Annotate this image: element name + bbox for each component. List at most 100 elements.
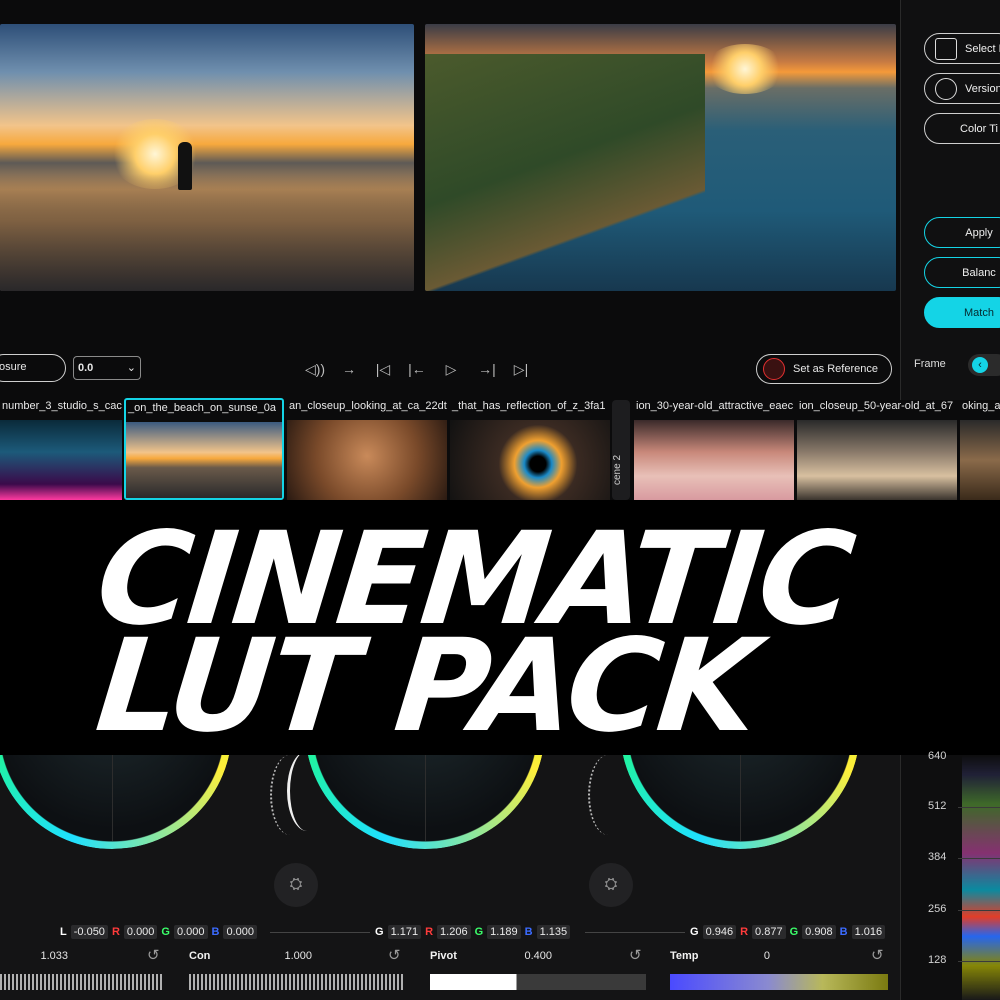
- viewer-reference-image[interactable]: [0, 24, 414, 291]
- pivot-reset-icon[interactable]: ↺: [629, 946, 642, 964]
- contrast-reset-icon[interactable]: ↺: [388, 946, 401, 964]
- temp-param: Temp: [670, 950, 699, 962]
- frame-label: Frame: [914, 358, 946, 370]
- lift-b-value[interactable]: 0.000: [223, 925, 257, 939]
- match-label: Match: [964, 306, 994, 319]
- clip-thumbnail[interactable]: an_closeup_looking_at_ca_22dt: [287, 398, 447, 500]
- clip-thumbnail[interactable]: _that_has_reflection_of_z_3fa1: [450, 398, 610, 500]
- beach-shore: [0, 174, 414, 291]
- audio-icon[interactable]: ◁)): [304, 358, 326, 380]
- surfer-figure: [178, 142, 192, 190]
- gain-b-label: B: [839, 926, 848, 938]
- waveform-trace: [962, 755, 1000, 1000]
- gamma-dotted-arc: [270, 755, 310, 835]
- pivot-slider[interactable]: [430, 974, 646, 990]
- clip-name: number_3_studio_s_cact: [2, 400, 122, 412]
- color-tools-label: Color Ti: [960, 122, 998, 135]
- clip-thumbnail[interactable]: number_3_studio_s_cact: [0, 398, 122, 500]
- clip-thumbnail-active[interactable]: _on_the_beach_on_sunse_0a: [124, 398, 284, 500]
- apply-label: Apply: [965, 226, 993, 239]
- clip-image: [0, 420, 122, 500]
- frame-toggle-knob: ‹: [972, 357, 988, 373]
- exposure-value-select[interactable]: 0.0 ⌄: [73, 356, 141, 380]
- fingerprint-icon: [763, 358, 785, 380]
- match-button[interactable]: Match: [924, 297, 1000, 328]
- scope-tick-label: 384: [928, 851, 947, 863]
- exposure-value: 0.0: [78, 362, 94, 374]
- viewer-current-image[interactable]: [425, 24, 896, 291]
- gamma-r-value[interactable]: 1.206: [437, 925, 471, 939]
- gamma-g-value[interactable]: 1.189: [487, 925, 521, 939]
- temp-slider[interactable]: [670, 974, 888, 990]
- lift-l-label: L: [60, 926, 67, 938]
- lift-b-label: B: [211, 926, 220, 938]
- set-as-reference-button[interactable]: Set as Reference: [756, 354, 892, 384]
- clip-image: [287, 420, 447, 500]
- gamma-master-value[interactable]: 1.171: [387, 925, 422, 939]
- clip-thumbnail[interactable]: ion_closeup_50-year-old_at_67: [797, 398, 957, 500]
- gain-g-value[interactable]: 0.908: [802, 925, 836, 939]
- play-icon[interactable]: ▷: [440, 358, 462, 380]
- lift-g-value[interactable]: 0.000: [173, 925, 208, 939]
- first-param-value[interactable]: 1.033: [20, 950, 68, 962]
- color-wheel-gain[interactable]: [620, 755, 860, 849]
- gain-dotted-arc: [588, 755, 628, 835]
- clip-image: [450, 420, 610, 500]
- frame-toggle[interactable]: ‹: [968, 354, 1000, 376]
- wheel-crosshair: [112, 755, 113, 841]
- color-wheel-lift[interactable]: [0, 755, 232, 849]
- clip-image: [797, 420, 957, 500]
- select-region-button[interactable]: Select R: [924, 33, 1000, 64]
- color-wheels-panel: ⛭ ⛭: [0, 755, 900, 1000]
- step-forward-icon[interactable]: →|: [476, 358, 498, 380]
- clip-thumbnail[interactable]: ion_30-year-old_attractive_eaec: [634, 398, 794, 500]
- skip-forward-icon[interactable]: ▷|: [510, 358, 532, 380]
- gain-r-value[interactable]: 0.877: [752, 925, 786, 939]
- gain-b-value[interactable]: 1.016: [851, 925, 886, 939]
- gamma-b-value[interactable]: 1.135: [536, 925, 571, 939]
- gamma-g-label: G: [474, 926, 484, 938]
- clip-thumbnail[interactable]: oking_a: [960, 398, 1000, 500]
- set-as-reference-label: Set as Reference: [793, 363, 878, 375]
- select-region-label: Select R: [965, 42, 1000, 55]
- temp-value[interactable]: 0: [740, 950, 770, 962]
- lift-r-value[interactable]: 0.000: [123, 925, 158, 939]
- color-wheel-gamma[interactable]: [305, 755, 545, 849]
- lift-l-value[interactable]: -0.050: [70, 925, 108, 939]
- clip-name: ion_closeup_50-year-old_at_67: [799, 400, 954, 412]
- next-arrow-icon[interactable]: →: [338, 358, 360, 380]
- scope-tick-label: 512: [928, 800, 947, 812]
- temp-reset-icon[interactable]: ↺: [871, 946, 884, 964]
- contrast-label: Con: [189, 950, 211, 962]
- scope-gridline: [958, 961, 1000, 962]
- coastline: [425, 54, 705, 291]
- scope-tick-label: 256: [928, 903, 947, 915]
- reset-icon[interactable]: ↺: [147, 946, 160, 964]
- gain-reset-icon[interactable]: ⛭: [589, 863, 633, 907]
- gamma-g-master-label: G: [375, 926, 384, 938]
- versions-icon: [935, 77, 957, 100]
- contrast-slider[interactable]: [189, 974, 403, 990]
- pivot-value[interactable]: 0.400: [502, 950, 552, 962]
- divider-line: [270, 932, 370, 933]
- skip-back-icon[interactable]: |◁: [372, 358, 394, 380]
- first-param-slider[interactable]: [0, 974, 162, 990]
- banner-title-line-2: LUT PACK: [90, 612, 763, 761]
- gain-values: G 0.946 R 0.877 G 0.908 B 1.016: [690, 925, 886, 939]
- gain-r-label: R: [740, 926, 749, 938]
- apply-button[interactable]: Apply: [924, 217, 1000, 248]
- versions-button[interactable]: Versions: [924, 73, 1000, 104]
- contrast-value[interactable]: 1.000: [262, 950, 312, 962]
- gamma-reset-icon[interactable]: ⛭: [274, 863, 318, 907]
- gain-master-value[interactable]: 0.946: [702, 925, 737, 939]
- versions-label: Versions: [965, 82, 1000, 95]
- color-tools-button[interactable]: Color Ti: [924, 113, 1000, 144]
- pivot-param: Pivot: [430, 950, 457, 962]
- balance-label: Balanc: [962, 266, 996, 279]
- step-back-icon[interactable]: |←: [406, 358, 428, 380]
- scope-gridline: [958, 910, 1000, 911]
- sun-glow-right: [705, 44, 785, 94]
- balance-button[interactable]: Balanc: [924, 257, 1000, 288]
- scene-label: cene 2: [612, 454, 623, 486]
- exposure-field[interactable]: osure: [0, 354, 66, 382]
